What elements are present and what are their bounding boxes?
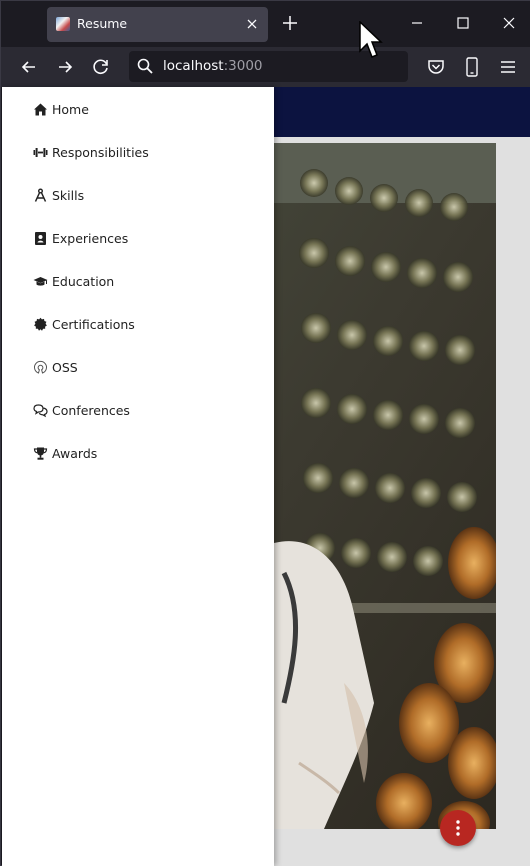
browser-window: Resume localhost:3000 Home Responsibilit… [0, 0, 530, 866]
nav-label: Skills [52, 187, 85, 203]
browser-tab[interactable]: Resume [47, 7, 268, 42]
tab-title: Resume [77, 16, 128, 31]
options-fab[interactable] [440, 810, 476, 846]
nav-label: Certifications [52, 316, 135, 332]
reload-icon[interactable] [90, 56, 112, 78]
minimize-icon[interactable] [409, 15, 425, 31]
close-window-icon[interactable] [501, 15, 517, 31]
nav-item-awards[interactable]: Awards [33, 443, 97, 463]
url-host: localhost [163, 58, 224, 74]
nav-item-oss[interactable]: OSS [33, 357, 78, 377]
nav-bar: localhost:3000 [1, 47, 530, 87]
maximize-icon[interactable] [455, 15, 471, 31]
nav-item-certifications[interactable]: Certifications [33, 314, 135, 334]
responsive-mode-icon[interactable] [461, 56, 483, 78]
pocket-icon[interactable] [425, 56, 447, 78]
nav-label: Experiences [52, 230, 129, 246]
nav-item-conferences[interactable]: Conferences [33, 400, 130, 420]
nav-item-experiences[interactable]: Experiences [33, 228, 128, 248]
nav-item-responsibilities[interactable]: Responsibilities [33, 142, 149, 162]
contact-card-icon [33, 231, 48, 246]
forward-icon[interactable] [54, 56, 76, 78]
nav-label: Home [52, 101, 89, 117]
nav-item-education[interactable]: Education [33, 271, 114, 291]
nav-label: Responsibilities [52, 144, 149, 160]
nav-label: Education [52, 273, 115, 289]
mouse-cursor-icon [359, 20, 383, 61]
dumbbell-icon [33, 145, 48, 160]
back-icon[interactable] [18, 56, 40, 78]
trophy-icon [33, 446, 48, 461]
new-tab-icon[interactable] [281, 14, 299, 32]
nav-item-skills[interactable]: Skills [33, 185, 84, 205]
menu-icon[interactable] [497, 56, 519, 78]
nav-label: Awards [52, 445, 98, 461]
graduation-cap-icon [33, 274, 48, 289]
more-vertical-icon [456, 820, 460, 836]
url-text: localhost:3000 [163, 58, 263, 74]
home-icon [33, 102, 48, 117]
favicon-icon [56, 17, 70, 31]
tab-strip: Resume [1, 1, 530, 47]
tab-close-icon[interactable] [243, 15, 261, 33]
url-port: :3000 [223, 58, 263, 74]
open-source-icon [33, 360, 48, 375]
comments-icon [33, 403, 48, 418]
nav-drawer: Home Responsibilities Skills Experiences… [2, 87, 274, 866]
search-icon [136, 57, 154, 75]
certificate-icon [33, 317, 48, 332]
nav-item-home[interactable]: Home [33, 99, 89, 119]
compass-icon [33, 188, 48, 203]
nav-label: OSS [52, 359, 78, 375]
nav-label: Conferences [52, 402, 130, 418]
